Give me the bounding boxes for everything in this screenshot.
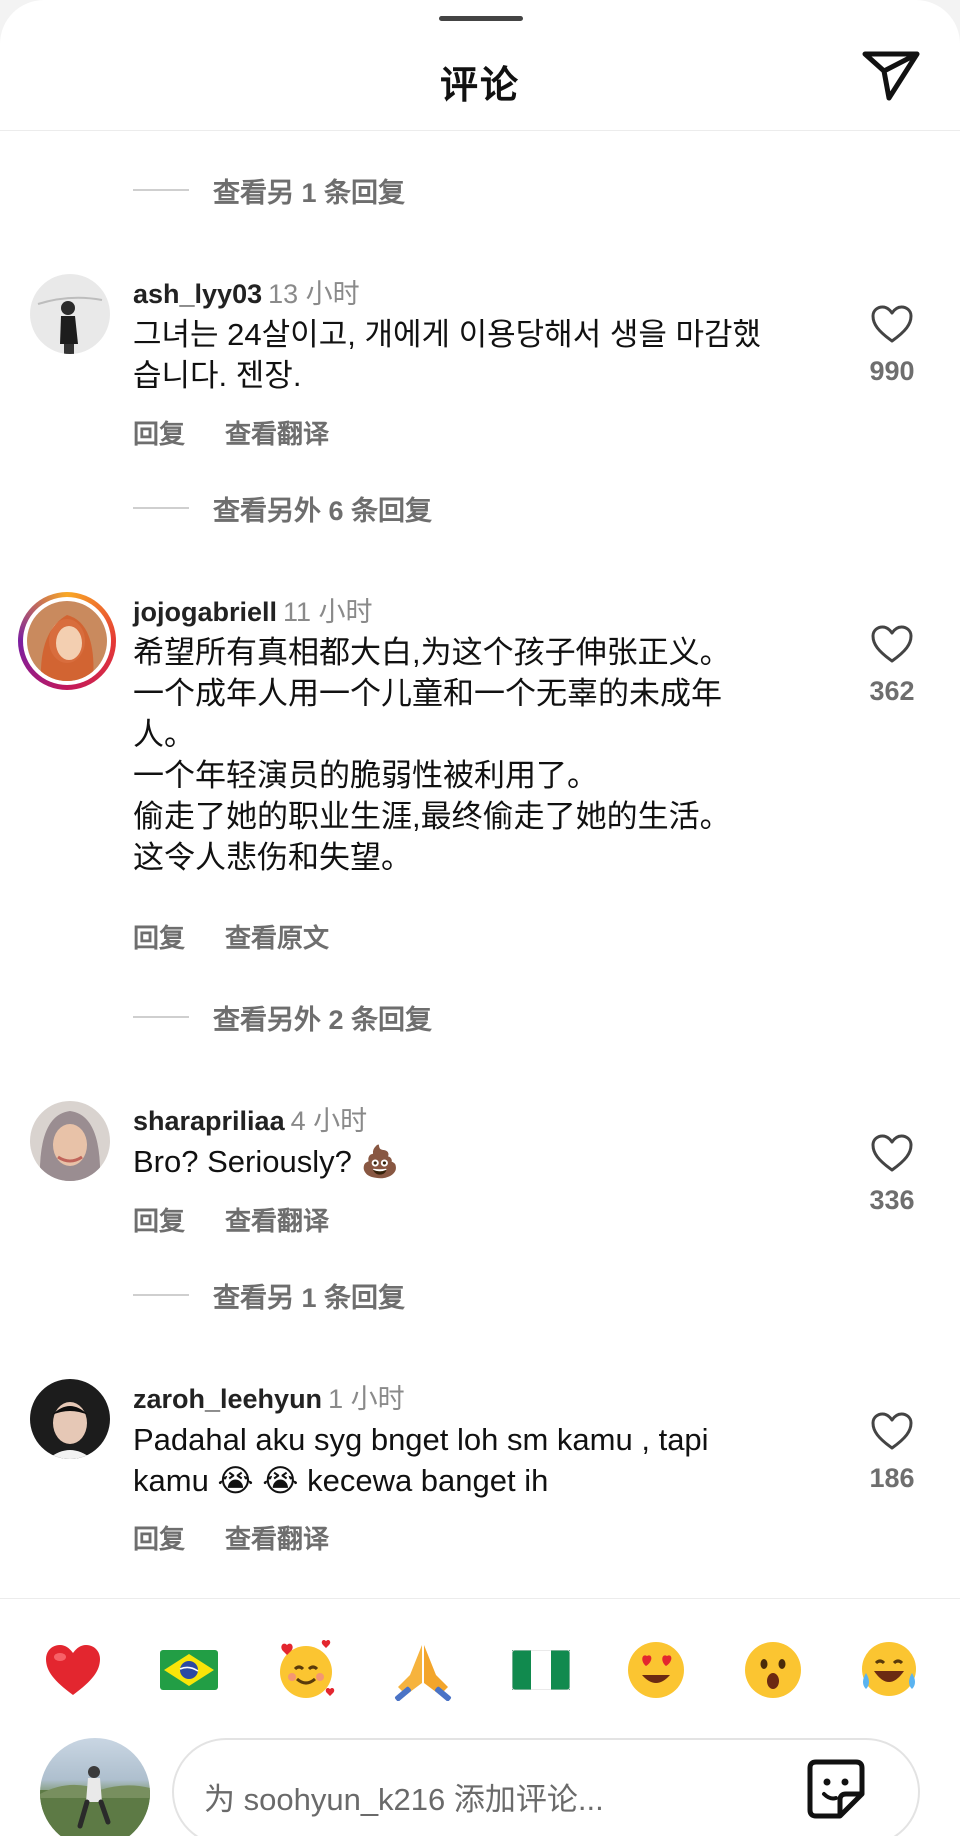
username[interactable]: jojogabriell (133, 597, 277, 627)
avatar[interactable] (30, 1379, 110, 1459)
page-title: 评论 (439, 65, 520, 107)
comment-text: 希望所有真相都大白,为这个孩子伸张正义。 一个成年人用一个儿童和一个无辜的未成年… (133, 632, 813, 878)
timestamp: 1 小时 (328, 1384, 405, 1414)
comment-line: 一个年轻演员的脆弱性被利用了。 (133, 758, 598, 793)
comment-line: 一个成年人用一个儿童和一个无辜的未成年 (133, 676, 722, 711)
view-more-label: 查看另 1 条回复 (213, 177, 406, 208)
reply-button[interactable]: 回复 (133, 419, 185, 449)
heart-icon[interactable] (870, 624, 914, 664)
comment-meta: zaroh_leehyun 1 小时 (133, 1377, 405, 1416)
reply-button[interactable]: 回复 (133, 1206, 185, 1236)
comment-line: Padahal aku syg bnget loh sm kamu , tapi (133, 1422, 709, 1457)
translate-button[interactable]: 查看原文 (225, 923, 329, 953)
current-user-avatar[interactable] (40, 1738, 150, 1836)
avatar[interactable] (30, 1101, 110, 1181)
comment-actions: 回复 查看原文 (133, 918, 329, 955)
comment-meta: sharapriliaa 4 小时 (133, 1099, 367, 1138)
share-icon[interactable] (861, 48, 921, 104)
translate-button[interactable]: 查看翻译 (225, 1206, 329, 1236)
like-control: 336 (862, 1133, 922, 1216)
view-more-label: 查看另 1 条回复 (213, 1282, 406, 1313)
username[interactable]: sharapriliaa (133, 1106, 285, 1136)
comment-line: 希望所有真相都大白,为这个孩子伸张正义。 (133, 635, 731, 670)
comment-input-placeholder: 为 soohyun_k216 添加评论... (204, 1782, 604, 1817)
timestamp: 13 小时 (268, 279, 360, 309)
view-more-label: 查看另外 2 条回复 (213, 1004, 433, 1035)
reply-button[interactable]: 回复 (133, 1524, 185, 1554)
divider (133, 507, 189, 509)
view-more-label: 查看另外 6 条回复 (213, 495, 433, 526)
comments-sheet: 评论 查看另 1 条回复 ash_lyy03 13 小时 그녀는 24살이고, 개… (0, 0, 960, 1836)
tears-of-joy-emoji[interactable] (858, 1639, 920, 1701)
heart-icon[interactable] (870, 1133, 914, 1173)
like-count: 990 (869, 356, 915, 386)
comment-text: 그녀는 24살이고, 개에게 이용당해서 생을 마감했 습니다. 젠장. (133, 314, 813, 396)
story-ring[interactable] (18, 592, 116, 690)
comment-line: Bro? Seriously? 💩 (133, 1144, 400, 1179)
comment-text: Padahal aku syg bnget loh sm kamu , tapi… (133, 1419, 813, 1501)
like-control: 186 (862, 1411, 922, 1494)
comment-line: 偷走了她的职业生涯,最终偷走了她的生活。 (133, 799, 731, 834)
like-control: 362 (862, 624, 922, 707)
comment-line: 人。 (133, 717, 195, 752)
comment-meta: ash_lyy03 13 小时 (133, 272, 360, 311)
username[interactable]: zaroh_leehyun (133, 1384, 322, 1414)
like-control: 990 (862, 304, 922, 387)
view-more-replies[interactable]: 查看另 1 条回复 (133, 1275, 405, 1315)
avatar (27, 601, 107, 681)
emoji-bar (0, 1598, 960, 1729)
comment-line: 그녀는 24살이고, 개에게 이용당해서 생을 마감했 (133, 317, 762, 352)
comment-actions: 回复 查看翻译 (133, 1519, 329, 1556)
header: 评论 (0, 0, 960, 131)
heart-eyes-emoji[interactable] (625, 1639, 687, 1701)
comment-line: 这令人悲伤和失望。 (133, 840, 412, 875)
comment-line: kamu 😭 😭 kecewa banget ih (133, 1463, 549, 1498)
timestamp: 4 小时 (290, 1106, 368, 1136)
avatar[interactable] (30, 274, 110, 354)
comment-actions: 回复 查看翻译 (133, 1201, 329, 1238)
astonished-face-emoji[interactable] (742, 1639, 804, 1701)
like-count: 336 (869, 1185, 915, 1215)
username[interactable]: ash_lyy03 (133, 279, 262, 309)
comment-text: Bro? Seriously? 💩 (133, 1141, 813, 1182)
view-more-replies[interactable]: 查看另 1 条回复 (133, 170, 405, 210)
translate-button[interactable]: 查看翻译 (225, 419, 329, 449)
nigeria-flag-emoji[interactable] (510, 1639, 572, 1701)
comment-line: 습니다. 젠장. (133, 358, 302, 393)
red-heart-emoji[interactable] (42, 1639, 104, 1701)
view-more-replies[interactable]: 查看另外 6 条回复 (133, 488, 432, 528)
like-count: 362 (869, 676, 915, 706)
heart-icon[interactable] (870, 304, 914, 344)
sticker-icon[interactable] (806, 1758, 866, 1820)
brazil-flag-emoji[interactable] (158, 1639, 220, 1701)
reply-button[interactable]: 回复 (133, 923, 185, 953)
folded-hands-emoji[interactable] (392, 1639, 454, 1701)
divider (133, 1294, 189, 1296)
comment-actions: 回复 查看翻译 (133, 414, 329, 451)
timestamp: 11 小时 (283, 597, 373, 627)
smiling-face-with-hearts-emoji[interactable] (275, 1639, 337, 1701)
heart-icon[interactable] (870, 1411, 914, 1451)
divider (133, 189, 189, 191)
translate-button[interactable]: 查看翻译 (225, 1524, 329, 1554)
view-more-replies[interactable]: 查看另外 2 条回复 (133, 997, 432, 1037)
comment-meta: jojogabriell 11 小时 (133, 590, 373, 629)
like-count: 186 (869, 1463, 915, 1493)
divider (133, 1016, 189, 1018)
